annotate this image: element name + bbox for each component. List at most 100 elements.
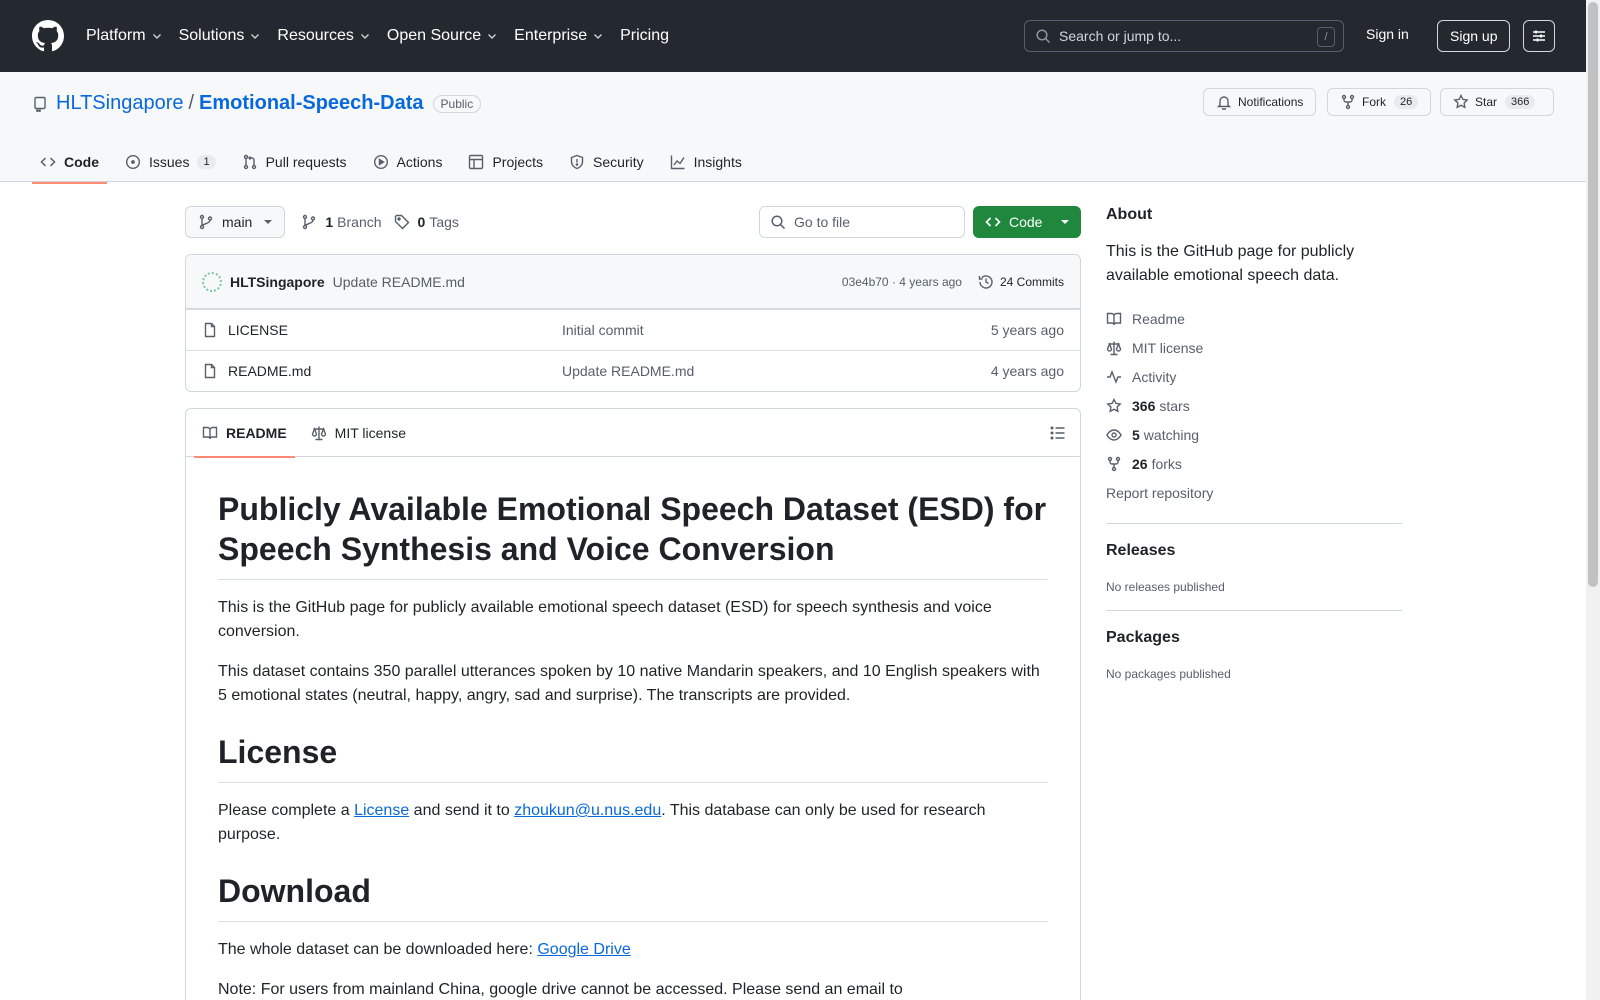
file-date: 4 years ago — [990, 363, 1064, 379]
bell-icon — [1216, 96, 1232, 110]
search-icon — [771, 215, 786, 230]
email-link[interactable]: zhoukun@u.nus.edu — [514, 802, 661, 819]
star-button[interactable]: Star 366 — [1440, 88, 1554, 116]
top-nav: Platform Solutions Resources Open Source… — [86, 0, 685, 72]
nav-platform[interactable]: Platform — [86, 27, 163, 45]
tab-pull-requests[interactable]: Pull requests — [234, 142, 355, 182]
nav-solutions[interactable]: Solutions — [179, 27, 262, 45]
chevron-down-icon — [360, 34, 369, 39]
tab-actions[interactable]: Actions — [365, 142, 451, 182]
repo-name-link[interactable]: Emotional-Speech-Data — [199, 92, 423, 115]
tab-code[interactable]: Code — [32, 142, 107, 184]
nav-enterprise[interactable]: Enterprise — [514, 27, 604, 45]
file-name-link[interactable]: README.md — [228, 363, 562, 379]
table-row[interactable]: LICENSE Initial commit 5 years ago — [186, 309, 1080, 350]
tab-insights[interactable]: Insights — [662, 142, 750, 182]
table-row[interactable]: README.md Update README.md 4 years ago — [186, 350, 1080, 391]
pulse-icon — [1107, 369, 1121, 384]
avatar[interactable] — [202, 271, 222, 292]
eye-icon — [1106, 428, 1122, 441]
fork-button[interactable]: Fork 26 — [1327, 88, 1432, 116]
about-description: This is the GitHub page for publicly ava… — [1106, 243, 1355, 284]
book-icon — [202, 426, 218, 439]
star-count: 366 — [1505, 95, 1536, 109]
tab-projects[interactable]: Projects — [460, 142, 551, 182]
watchers-link[interactable]: 5 watching — [1106, 420, 1402, 449]
pull-request-icon — [243, 154, 256, 170]
tab-issues[interactable]: Issues 1 — [117, 142, 224, 182]
book-icon — [1106, 312, 1122, 325]
nav-resources[interactable]: Resources — [277, 27, 370, 45]
commit-author-link[interactable]: HLTSingapore — [230, 274, 325, 290]
commit-hash-time[interactable]: 03e4b70 · 4 years ago — [842, 275, 962, 289]
repo-tabs: Code Issues 1 Pull requests Actions Proj… — [32, 142, 760, 184]
chevron-down-icon — [488, 34, 497, 39]
about-heading: About — [1106, 206, 1153, 223]
license-paragraph: Please complete a License and send it to… — [218, 802, 986, 843]
list-unordered-icon[interactable] — [1050, 425, 1066, 441]
notifications-button-wrap: Notifications — [1203, 88, 1317, 116]
path-separator: / — [188, 92, 195, 114]
report-repository-link[interactable]: Report repository — [1106, 478, 1402, 507]
page-scrollbar[interactable] — [1586, 0, 1600, 1000]
file-navigation: main 1 Branch 0 Tags Go to file Code — [185, 206, 1081, 238]
nav-pricing[interactable]: Pricing — [620, 27, 669, 45]
graph-icon — [670, 155, 685, 170]
file-list: HLTSingapore Update README.md 03e4b70 · … — [185, 254, 1081, 392]
tab-readme[interactable]: README — [194, 409, 295, 458]
releases-heading[interactable]: Releases — [1106, 542, 1402, 560]
global-search-input[interactable]: Search or jump to... / — [1024, 20, 1344, 52]
packages-heading[interactable]: Packages — [1106, 629, 1402, 647]
sign-up-button[interactable]: Sign up — [1437, 20, 1511, 52]
readme-content: Publicly Available Emotional Speech Data… — [186, 457, 1080, 1000]
commit-message-link[interactable]: Update README.md — [333, 274, 465, 290]
stars-link[interactable]: 366 stars — [1106, 391, 1402, 420]
history-icon — [978, 274, 993, 289]
branch-select-button[interactable]: main — [185, 206, 286, 238]
repo-icon — [34, 96, 46, 112]
go-to-file-input[interactable]: Go to file — [759, 206, 965, 238]
notifications-button[interactable]: Notifications — [1203, 88, 1317, 116]
readme-note: Note: For users from mainland China, goo… — [218, 981, 903, 998]
tags-link[interactable]: 0 Tags — [394, 214, 459, 230]
about-sidebar: About This is the GitHub page for public… — [1106, 206, 1402, 681]
repo-owner-link[interactable]: HLTSingapore — [56, 92, 183, 115]
file-commit-message[interactable]: Update README.md — [562, 363, 694, 379]
google-drive-link[interactable]: Google Drive — [537, 941, 630, 958]
heading-download: Download — [218, 871, 1048, 922]
fork-icon — [1107, 456, 1121, 471]
issue-opened-icon — [125, 154, 141, 170]
github-logo-icon[interactable] — [32, 20, 64, 52]
visibility-badge: Public — [432, 94, 482, 113]
activity-link[interactable]: Activity — [1106, 362, 1402, 391]
git-branch-icon — [303, 214, 316, 230]
settings-sliders-icon[interactable] — [1523, 20, 1555, 52]
commits-history-link[interactable]: 24 Commits — [978, 274, 1064, 290]
sign-in-link[interactable]: Sign in — [1366, 26, 1409, 42]
readme-paragraph: This is the GitHub page for publicly ava… — [218, 599, 992, 640]
nav-open-source[interactable]: Open Source — [387, 27, 498, 45]
heading-license: License — [218, 732, 1048, 783]
fork-icon — [1341, 94, 1355, 110]
file-name-link[interactable]: LICENSE — [228, 322, 562, 338]
table-icon — [469, 154, 484, 170]
branches-link[interactable]: 1 Branch — [301, 214, 382, 230]
law-icon — [311, 426, 326, 440]
file-icon — [204, 322, 216, 338]
download-paragraph: The whole dataset can be downloaded here… — [218, 941, 631, 958]
file-icon — [204, 363, 216, 379]
readme-paragraph: This dataset contains 350 parallel utter… — [218, 663, 1040, 704]
code-icon — [40, 157, 56, 167]
forks-link[interactable]: 26 forks — [1106, 449, 1402, 478]
tab-security[interactable]: Security — [561, 142, 652, 182]
caret-down-icon — [264, 220, 273, 224]
license-link[interactable]: MIT license — [1106, 333, 1402, 362]
tag-icon — [394, 214, 410, 230]
file-commit-message[interactable]: Initial commit — [562, 322, 644, 338]
shield-icon — [570, 154, 584, 170]
scrollbar-thumb[interactable] — [1588, 2, 1598, 587]
readme-link[interactable]: Readme — [1106, 304, 1402, 333]
license-link[interactable]: License — [354, 802, 409, 819]
tab-license[interactable]: MIT license — [303, 409, 414, 457]
code-dropdown-button[interactable]: Code — [973, 206, 1081, 238]
